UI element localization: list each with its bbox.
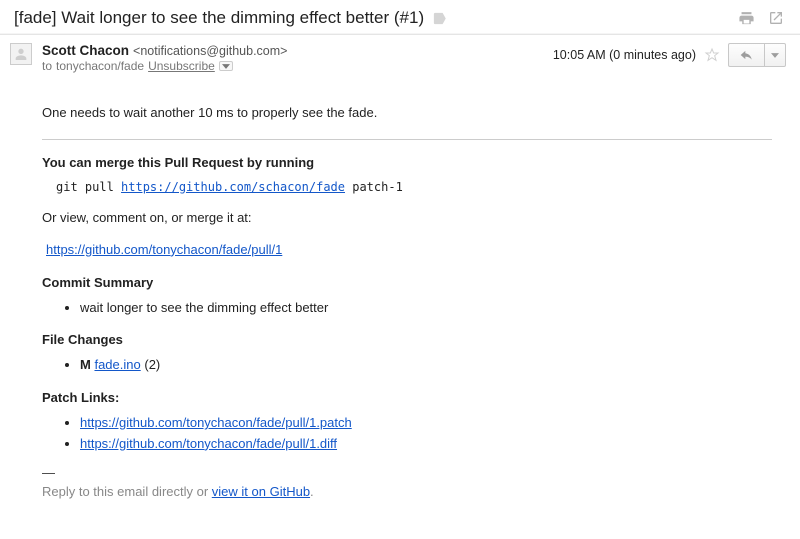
git-repo-link[interactable]: https://github.com/schacon/fade	[121, 180, 345, 194]
or-view-text: Or view, comment on, or merge it at:	[42, 209, 772, 228]
print-icon[interactable]	[736, 8, 756, 28]
view-on-github-link[interactable]: view it on GitHub	[212, 484, 310, 499]
patch-link[interactable]: https://github.com/tonychacon/fade/pull/…	[80, 415, 352, 430]
subject-text: [fade] Wait longer to see the dimming ef…	[14, 8, 424, 28]
reply-footer: Reply to this email directly or view it …	[42, 483, 772, 502]
file-change-flag: M	[80, 357, 91, 372]
star-icon[interactable]	[704, 47, 720, 63]
reply-button[interactable]	[729, 44, 764, 66]
pull-request-link[interactable]: https://github.com/tonychacon/fade/pull/…	[46, 242, 282, 257]
timestamp: 10:05 AM (0 minutes ago)	[553, 48, 696, 62]
open-new-window-icon[interactable]	[766, 8, 786, 28]
commit-item: wait longer to see the dimming effect be…	[80, 299, 772, 318]
message-body: One needs to wait another 10 ms to prope…	[0, 77, 800, 515]
avatar	[10, 43, 32, 65]
more-reply-options-button[interactable]	[764, 44, 785, 66]
git-command: git pull https://github.com/schacon/fade…	[56, 179, 772, 196]
list-item: https://github.com/tonychacon/fade/pull/…	[80, 414, 772, 433]
unsubscribe-link[interactable]: Unsubscribe	[148, 59, 215, 73]
file-changes-heading: File Changes	[42, 331, 772, 350]
file-change-item: M fade.ino (2)	[80, 356, 772, 375]
divider	[42, 139, 772, 140]
list-item: https://github.com/tonychacon/fade/pull/…	[80, 435, 772, 454]
file-change-count: (2)	[144, 357, 160, 372]
patch-links-heading: Patch Links:	[42, 389, 772, 408]
message-header: Scott Chacon <notifications@github.com> …	[0, 34, 800, 77]
show-details-button[interactable]	[219, 61, 233, 71]
sender-name: Scott Chacon	[42, 43, 129, 58]
merge-heading: You can merge this Pull Request by runni…	[42, 154, 772, 173]
to-prefix: to	[42, 59, 52, 73]
sender-address: <notifications@github.com>	[133, 44, 287, 58]
reply-button-group	[728, 43, 786, 67]
label-icon[interactable]	[432, 11, 447, 26]
email-subject: [fade] Wait longer to see the dimming ef…	[14, 8, 726, 28]
signature-dash: —	[42, 464, 772, 483]
intro-text: One needs to wait another 10 ms to prope…	[42, 104, 772, 123]
commit-summary-heading: Commit Summary	[42, 274, 772, 293]
to-recipient: tonychacon/fade	[56, 59, 144, 73]
diff-link[interactable]: https://github.com/tonychacon/fade/pull/…	[80, 436, 337, 451]
file-change-link[interactable]: fade.ino	[94, 357, 140, 372]
